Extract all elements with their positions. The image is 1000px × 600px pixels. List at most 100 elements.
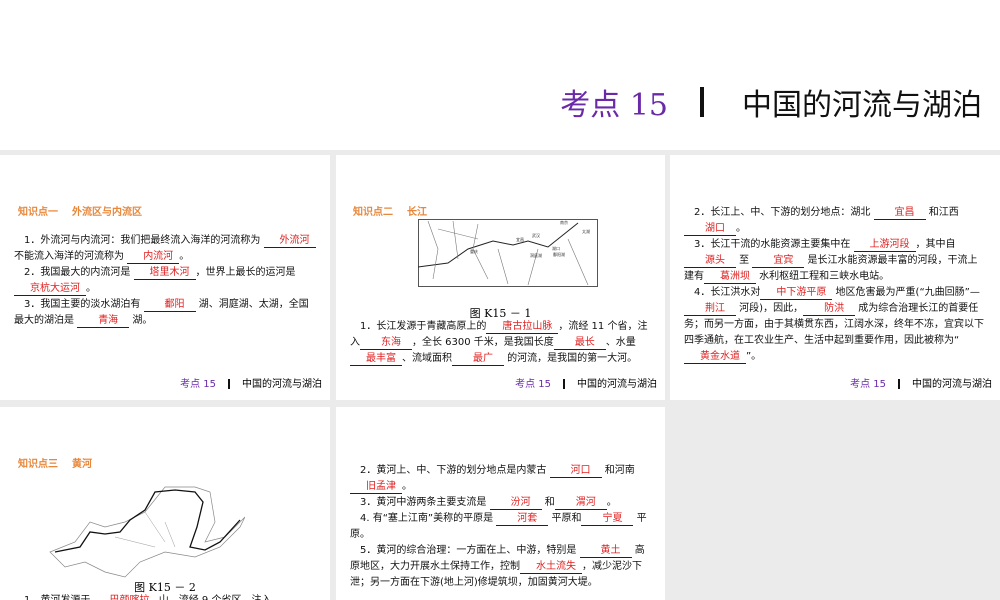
question-text: 至 <box>736 255 753 266</box>
answer-blank: 唐古拉山脉 <box>486 321 559 334</box>
map-label: 鄱阳湖 <box>553 251 565 257</box>
answer-blank: 外流河 <box>263 235 316 248</box>
question-text: 3．我国主要的淡水湖泊有 <box>24 299 144 310</box>
question-paragraph: 4．长江洪水对 中下游平原 地区危害最为严重(“九曲回肠”— 荆江 河段)，因此，… <box>684 285 986 365</box>
slide-thumbnail-1[interactable]: 知识点一 外流区与内流区 1．外流河与内流河：我们把最终流入海洋的河流称为 外流河… <box>0 155 330 400</box>
map-label: 宜昌 <box>516 236 524 242</box>
question-paragraph: 2．长江上、中、下游的划分地点：湖北 宜昌 和江西 湖口。 <box>684 205 986 237</box>
map-label: 武汉 <box>532 232 540 238</box>
question-text: 。 <box>736 223 746 234</box>
footer-topic-name: 中国的河流与湖泊 <box>577 379 657 390</box>
kp-title: 长江 <box>407 207 427 218</box>
answer-blank: 最丰富 <box>350 353 402 366</box>
question-text: 、水量 <box>605 337 636 348</box>
answer-blank: 河套 <box>496 513 549 526</box>
question-text: ”。 <box>746 351 762 362</box>
question-text: 湖。 <box>129 315 153 326</box>
footer-topic-name: 中国的河流与湖泊 <box>912 379 992 390</box>
question-text: 地区危害最为严重(“九曲回肠”— <box>832 287 980 298</box>
answer-blank: 最广 <box>452 353 504 366</box>
answer-blank: 京杭大运河 <box>14 283 86 296</box>
question-text: 。 <box>402 481 412 492</box>
question-paragraph: 4. 有“塞上江南”美称的平原是 河套 平原和 宁夏 平原。 <box>350 511 651 543</box>
answer-blank: 鄱阳 <box>143 299 196 312</box>
question-text: 。 <box>179 251 190 262</box>
question-paragraph: 3．黄河中游两条主要支流是 汾河 和渭河。 <box>350 495 651 511</box>
question-text: 。 <box>606 497 617 508</box>
question-text: 4. 有“塞上江南”美称的平原是 <box>360 513 497 524</box>
question-paragraph: 2．我国最大的内流河是 塔里木河 ，世界上最长的运河是 京杭大运河。 <box>14 265 316 297</box>
footer-topic-name: 中国的河流与湖泊 <box>242 379 322 390</box>
answer-blank: 中下游平原 <box>760 287 833 300</box>
kp-label: 知识点三 <box>18 459 58 470</box>
question-text: 2．黄河上、中、下游的划分地点是内蒙古 <box>360 465 550 476</box>
answer-blank: 荆江 <box>684 303 736 316</box>
slide-body: 1．外流河与内流河：我们把最终流入海洋的河流称为 外流河 不能流入海洋的河流称为… <box>14 233 316 329</box>
question-text: 2．我国最大的内流河是 <box>24 267 134 278</box>
answer-blank: 宜宾 <box>752 255 805 268</box>
answer-blank: 巴颜喀拉 <box>94 595 156 600</box>
question-text: 水利枢纽工程和三峡水电站。 <box>756 271 890 282</box>
map-label: 太湖 <box>582 228 590 234</box>
question-paragraph: 2．黄河上、中、下游的划分地点是内蒙古 河口 和河南 旧孟津。 <box>350 463 651 495</box>
answer-blank: 东海 <box>360 337 412 350</box>
slide-thumbnail-3[interactable]: 2．长江上、中、下游的划分地点：湖北 宜昌 和江西 湖口。 3．长江干流的水能资源… <box>670 155 1000 400</box>
slide-footer: 考点 15 中国的河流与湖泊 <box>850 375 992 390</box>
topic-name: 中国的河流与湖泊 <box>742 88 982 123</box>
map-label: 洞庭湖 <box>530 252 542 258</box>
slide-thumbnail-4[interactable]: 知识点三黄河 图 K15 － 2 1．黄河发源于 巴颜喀拉 山，流经 9 个省区… <box>0 407 330 600</box>
page-title: 考点 15 中国的河流与湖泊 <box>560 80 982 124</box>
answer-blank: 内流河 <box>127 251 180 264</box>
question-text: 和江西 <box>925 207 959 218</box>
question-text: 和 <box>541 497 555 508</box>
question-paragraph: 3．我国主要的淡水湖泊有 鄱阳 湖、洞庭湖、太湖，全国最大的湖泊是 青海 湖。 <box>14 297 316 329</box>
question-text: 河段)，因此， <box>736 303 804 314</box>
yangtze-map: 重庆 宜昌 武汉湖口鄱阳湖 洞庭湖 南京太湖 <box>418 219 598 287</box>
answer-blank: 宁夏 <box>581 513 634 526</box>
question-paragraph: 1．黄河发源于 巴颜喀拉 山，流经 9 个省区，注入 <box>14 593 316 600</box>
answer-blank: 湖口 <box>684 223 736 236</box>
question-text: 、流域面积 <box>402 353 452 364</box>
answer-blank: 水土流失 <box>520 561 582 574</box>
slide-thumbnail-5[interactable]: 2．黄河上、中、下游的划分地点是内蒙古 河口 和河南 旧孟津。 3．黄河中游两条主… <box>336 407 665 600</box>
answer-blank: 防洪 <box>803 303 856 316</box>
answer-blank: 青海 <box>77 315 130 328</box>
slide-body: 2．黄河上、中、下游的划分地点是内蒙古 河口 和河南 旧孟津。 3．黄河中游两条主… <box>350 463 651 591</box>
slide-footer: 考点 15 中国的河流与湖泊 <box>515 375 657 390</box>
slide-body: 1．长江发源于青藏高原上的 唐古拉山脉 ，流经 11 个省，注入 东海 ，全长 6300… <box>350 319 651 367</box>
title-divider <box>700 87 704 117</box>
question-text: 1．外流河与内流河：我们把最终流入海洋的河流称为 <box>24 235 264 246</box>
knowledge-point-heading: 知识点三 黄河 <box>18 455 92 470</box>
question-text: 5．黄河的综合治理：一方面在上、中游，特别是 <box>360 545 580 556</box>
map-label: 南京 <box>560 219 568 225</box>
question-paragraph: 3．长江干流的水能资源主要集中在 上游河段 ，其中自 源头 至 宜宾 是长江水能资… <box>684 237 986 285</box>
question-text: 2．长江上、中、下游的划分地点：湖北 <box>694 207 874 218</box>
slide-body: 1．黄河发源于 巴颜喀拉 山，流经 9 个省区，注入 <box>14 593 316 600</box>
question-text: 山，流经 9 个省区，注入 <box>156 595 272 600</box>
question-text: 和河南 <box>601 465 635 476</box>
answer-blank: 渭河 <box>554 497 607 510</box>
question-paragraph: 5．黄河的综合治理：一方面在上、中游，特别是 黄土 高原地区，大力开展水土保持工… <box>350 543 651 591</box>
question-text: ，其中自 <box>915 239 956 250</box>
kp-title: 黄河 <box>72 459 92 470</box>
footer-topic-number: 考点 15 <box>515 379 551 390</box>
answer-blank: 旧孟津 <box>350 481 402 494</box>
knowledge-point-heading: 知识点一 外流区与内流区 <box>18 203 142 218</box>
footer-topic-number: 考点 15 <box>180 379 216 390</box>
question-text: 1．黄河发源于 <box>24 595 94 600</box>
yellow-river-map <box>49 486 245 578</box>
topic-number: 考点 15 <box>560 88 668 123</box>
kp-label: 知识点二 <box>353 207 393 218</box>
question-text: ，全长 6300 千米，是我国长度 <box>412 337 554 348</box>
answer-blank: 塔里木河 <box>133 267 196 280</box>
slide-header: 考点 15 中国的河流与湖泊 <box>0 0 1000 150</box>
knowledge-point-heading: 知识点二 长江 <box>353 203 427 218</box>
slide-footer: 考点 15 中国的河流与湖泊 <box>180 375 322 390</box>
slide-body: 2．长江上、中、下游的划分地点：湖北 宜昌 和江西 湖口。 3．长江干流的水能资源… <box>684 205 986 365</box>
slide-thumbnail-2[interactable]: 知识点二 长江 重庆 宜昌 武汉 湖口 鄱阳湖 洞庭湖 南京 太湖 图 K15 － 1 1．长江… <box>336 155 665 400</box>
answer-blank: 源头 <box>684 255 736 268</box>
question-paragraph: 1．长江发源于青藏高原上的 唐古拉山脉 ，流经 11 个省，注入 东海 ，全长 6300… <box>350 319 651 367</box>
answer-blank: 葛洲坝 <box>704 271 756 284</box>
answer-blank: 最长 <box>553 337 606 350</box>
question-text: 3．黄河中游两条主要支流是 <box>360 497 490 508</box>
